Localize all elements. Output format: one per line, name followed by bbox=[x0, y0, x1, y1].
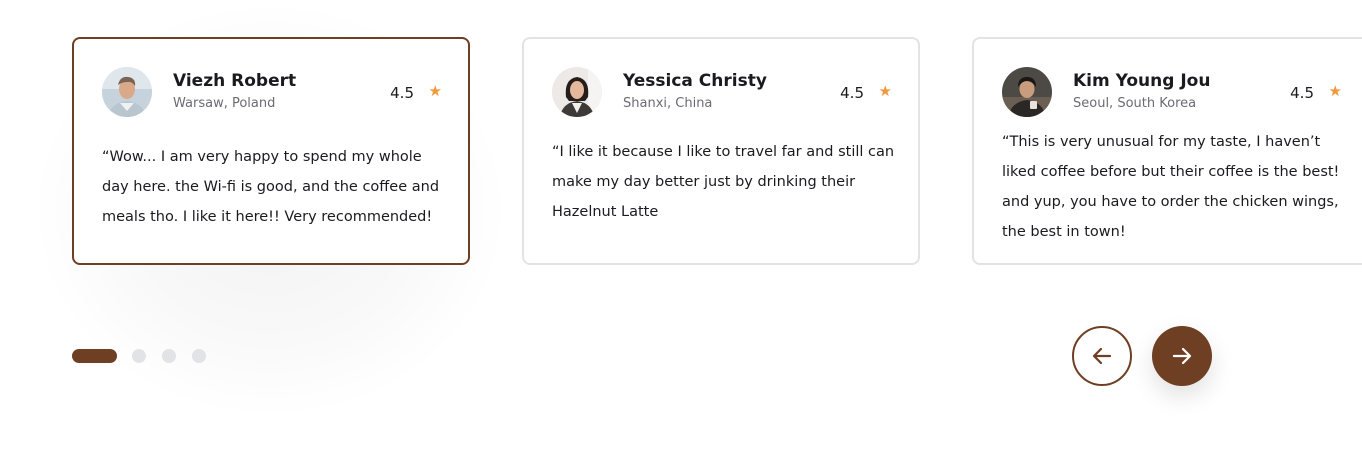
next-button[interactable] bbox=[1152, 326, 1212, 386]
reviewer-name: Yessica Christy bbox=[623, 71, 767, 91]
review-text: “This is very unusual for my taste, I ha… bbox=[1002, 134, 1340, 240]
reviewer-location: Seoul, South Korea bbox=[1073, 96, 1197, 111]
reviewer-location: Warsaw, Poland bbox=[173, 96, 276, 111]
testimonial-card[interactable]: Yessica Christy Shanxi, China 4.5 ★ “I l… bbox=[522, 37, 920, 265]
rating-value: 4.5 bbox=[390, 84, 414, 102]
rating-value: 4.5 bbox=[1290, 84, 1314, 102]
reviewer-name: Kim Young Jou bbox=[1073, 71, 1211, 91]
pagination-dot-4[interactable] bbox=[192, 349, 206, 363]
testimonials-section: Viezh Robert Warsaw, Poland 4.5 ★ “Wow..… bbox=[0, 0, 1362, 451]
avatar bbox=[102, 67, 152, 117]
star-icon: ★ bbox=[428, 82, 442, 100]
review-text: “Wow... I am very happy to spend my whol… bbox=[102, 149, 440, 225]
avatar bbox=[1002, 67, 1052, 117]
prev-button[interactable] bbox=[1072, 326, 1132, 386]
pagination-dot-3[interactable] bbox=[162, 349, 176, 363]
rating-value: 4.5 bbox=[840, 84, 864, 102]
pagination-dot-1[interactable] bbox=[72, 349, 117, 363]
pagination-dot-2[interactable] bbox=[132, 349, 146, 363]
arrow-left-icon bbox=[1092, 347, 1112, 365]
star-icon: ★ bbox=[1328, 82, 1342, 100]
avatar bbox=[552, 67, 602, 117]
reviewer-name: Viezh Robert bbox=[173, 71, 297, 91]
review-text: “I like it because I like to travel far … bbox=[552, 144, 895, 220]
arrow-right-icon bbox=[1172, 347, 1192, 365]
testimonial-card[interactable]: Kim Young Jou Seoul, South Korea 4.5 ★ “… bbox=[972, 37, 1362, 265]
star-icon: ★ bbox=[878, 82, 892, 100]
reviewer-location: Shanxi, China bbox=[623, 96, 713, 111]
testimonial-card[interactable]: Viezh Robert Warsaw, Poland 4.5 ★ “Wow..… bbox=[72, 37, 470, 265]
